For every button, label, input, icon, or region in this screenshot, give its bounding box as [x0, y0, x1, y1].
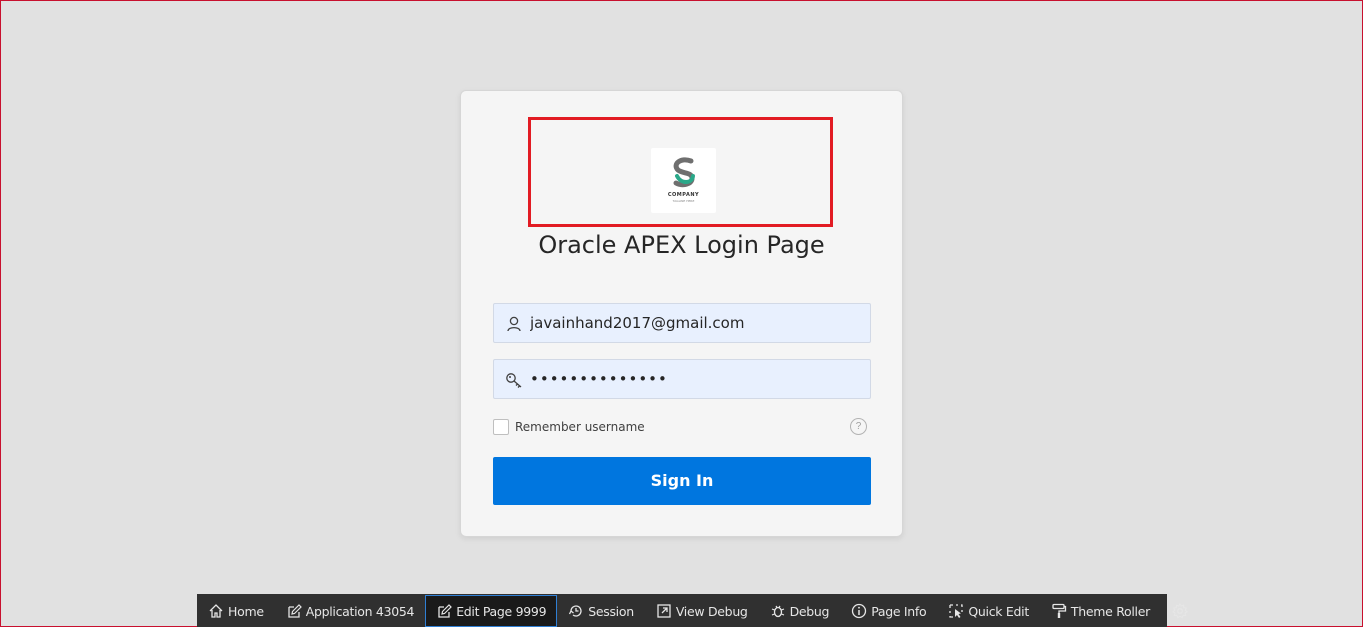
edit-icon — [438, 604, 453, 618]
page-title: Oracle APEX Login Page — [538, 231, 825, 259]
user-icon — [507, 316, 521, 332]
username-field[interactable] — [493, 303, 871, 343]
logo-tagline-text: TAGLINE HERE — [672, 199, 695, 203]
logo-highlight-frame: COMPANY TAGLINE HERE — [528, 117, 833, 227]
toolbar-session-label: Session — [588, 603, 634, 619]
view-debug-icon — [657, 604, 671, 618]
developer-toolbar: Home Application 43054 Edit Page 9999 Se… — [197, 594, 1188, 627]
quick-edit-icon — [949, 604, 964, 618]
paint-roller-icon — [1052, 603, 1067, 618]
logo-company-text: COMPANY — [667, 192, 700, 198]
company-logo: COMPANY TAGLINE HERE — [651, 148, 716, 213]
help-icon[interactable]: ? — [850, 418, 867, 435]
login-card: COMPANY TAGLINE HERE Oracle APEX Login P… — [460, 90, 903, 537]
sign-in-button[interactable]: Sign In — [493, 457, 871, 505]
toolbar-home[interactable]: Home — [197, 595, 275, 627]
logo-swirl-icon — [673, 157, 695, 188]
gear-icon — [1172, 603, 1188, 619]
toolbar-application[interactable]: Application 43054 — [275, 595, 425, 627]
toolbar-view-debug-label: View Debug — [675, 603, 748, 619]
remember-label: Remember username — [515, 420, 645, 434]
toolbar-application-label: Application 43054 — [305, 603, 415, 619]
session-icon — [569, 605, 582, 617]
toolbar-page-info[interactable]: Page Info — [840, 595, 937, 627]
remember-checkbox[interactable] — [493, 419, 509, 435]
toolbar-debug[interactable]: Debug — [759, 595, 841, 627]
toolbar-quick-edit[interactable]: Quick Edit — [937, 595, 1040, 627]
password-field[interactable] — [493, 359, 871, 399]
toolbar-theme-roller[interactable]: Theme Roller — [1040, 595, 1161, 627]
toolbar-session[interactable]: Session — [557, 595, 645, 627]
bug-icon — [771, 605, 784, 618]
toolbar-quick-edit-label: Quick Edit — [968, 603, 1029, 619]
toolbar-theme-roller-label: Theme Roller — [1070, 603, 1150, 619]
toolbar-view-debug[interactable]: View Debug — [645, 595, 759, 627]
toolbar-page-info-label: Page Info — [871, 603, 927, 619]
home-icon — [209, 604, 223, 618]
toolbar-settings[interactable] — [1161, 595, 1199, 627]
username-input[interactable] — [530, 304, 860, 342]
toolbar-home-label: Home — [228, 603, 264, 619]
edit-icon — [288, 604, 302, 618]
info-icon — [852, 603, 867, 619]
toolbar-debug-label: Debug — [789, 603, 830, 619]
password-input[interactable] — [530, 360, 860, 398]
toolbar-edit-page[interactable]: Edit Page 9999 — [425, 595, 558, 627]
remember-username[interactable]: Remember username — [493, 418, 645, 436]
key-icon — [506, 373, 522, 388]
toolbar-edit-page-label: Edit Page 9999 — [456, 603, 547, 619]
